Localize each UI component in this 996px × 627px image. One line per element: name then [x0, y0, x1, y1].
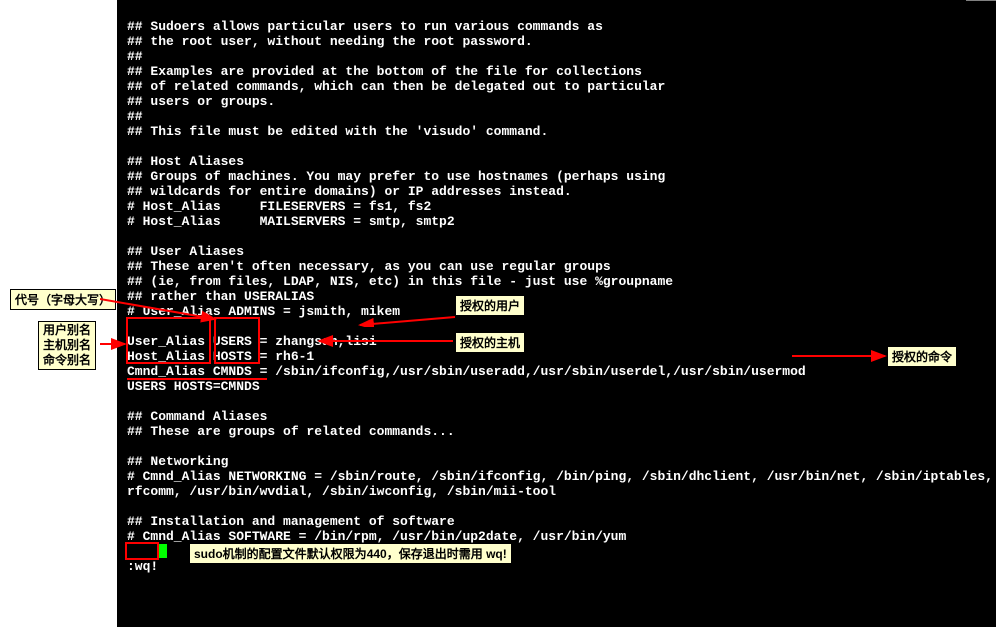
annotation-code-uppercase: 代号（字母大写）	[10, 289, 116, 310]
corner-indicator	[966, 0, 996, 30]
terminal-line: ##	[127, 109, 986, 124]
terminal-line	[127, 394, 986, 409]
terminal-line: ## rather than USERALIAS	[127, 289, 986, 304]
terminal-line: ## User Aliases	[127, 244, 986, 259]
terminal-line: ## Installation and management of softwa…	[127, 514, 986, 529]
annotation-alias-labels: 用户别名 主机别名 命令别名	[38, 321, 96, 370]
terminal-line: # User_Alias ADMINS = jsmith, mikem	[127, 304, 986, 319]
terminal-line: Cmnd_Alias CMNDS = /sbin/ifconfig,/usr/s…	[127, 364, 986, 379]
terminal-line	[127, 139, 986, 154]
terminal-line: # Cmnd_Alias NETWORKING = /sbin/route, /…	[127, 469, 986, 484]
terminal-line: ## wildcards for entire domains) or IP a…	[127, 184, 986, 199]
terminal-line: ## Networking	[127, 454, 986, 469]
terminal-line: ## the root user, without needing the ro…	[127, 34, 986, 49]
annotation-wq-tip: sudo机制的配置文件默认权限为440，保存退出时需用 wq!	[189, 543, 512, 564]
cursor	[159, 544, 167, 558]
annotation-auth-host: 授权的主机	[455, 332, 525, 353]
terminal-line: ## Examples are provided at the bottom o…	[127, 64, 986, 79]
terminal-line: ## Command Aliases	[127, 409, 986, 424]
terminal-line: Host_Alias HOSTS = rh6-1	[127, 349, 986, 364]
terminal-line: USERS HOSTS=CMNDS	[127, 379, 986, 394]
terminal-line: ## (ie, from files, LDAP, NIS, etc) in t…	[127, 274, 986, 289]
terminal-line: ## Groups of machines. You may prefer to…	[127, 169, 986, 184]
highlight-wq	[125, 542, 159, 560]
terminal-line: ## users or groups.	[127, 94, 986, 109]
terminal-line: ## These aren't often necessary, as you …	[127, 259, 986, 274]
terminal-line: ## Sudoers allows particular users to ru…	[127, 19, 986, 34]
annotation-auth-user: 授权的用户	[455, 295, 525, 316]
terminal-editor[interactable]: ## Sudoers allows particular users to ru…	[117, 0, 996, 627]
terminal-line	[127, 439, 986, 454]
terminal-line: ##	[127, 49, 986, 64]
terminal-line: rfcomm, /usr/bin/wvdial, /sbin/iwconfig,…	[127, 484, 986, 499]
terminal-line	[127, 319, 986, 334]
terminal-line	[127, 229, 986, 244]
terminal-line: User_Alias USERS = zhangsan,lisi	[127, 334, 986, 349]
terminal-line: ## Host Aliases	[127, 154, 986, 169]
terminal-line: # Host_Alias MAILSERVERS = smtp, smtp2	[127, 214, 986, 229]
terminal-line: # Cmnd_Alias SOFTWARE = /bin/rpm, /usr/b…	[127, 529, 986, 544]
terminal-line: ## This file must be edited with the 'vi…	[127, 124, 986, 139]
terminal-line: ## These are groups of related commands.…	[127, 424, 986, 439]
terminal-line	[127, 499, 986, 514]
terminal-line: ## of related commands, which can then b…	[127, 79, 986, 94]
annotation-auth-cmd: 授权的命令	[887, 346, 957, 367]
terminal-line: # Host_Alias FILESERVERS = fs1, fs2	[127, 199, 986, 214]
